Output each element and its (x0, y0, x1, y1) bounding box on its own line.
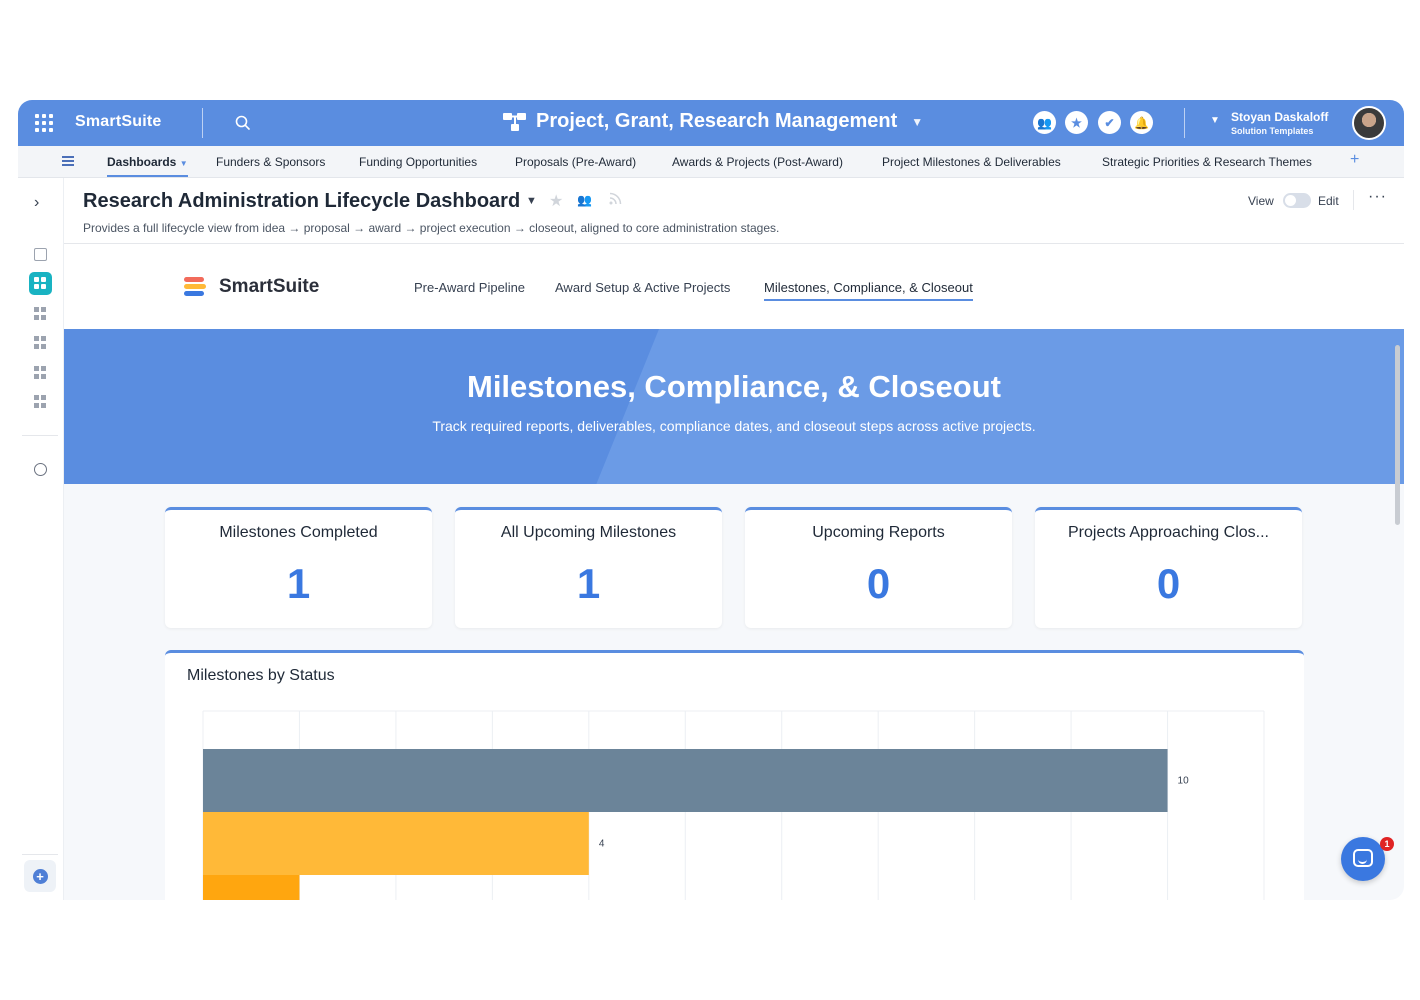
chat-button[interactable] (1341, 837, 1385, 881)
hierarchy-icon (503, 112, 526, 131)
chart-card: Milestones by Status 10 4 (165, 650, 1304, 900)
milestones-by-status-chart: 10 4 (202, 710, 1265, 900)
tab-funders-sponsors[interactable]: Funders & Sponsors (216, 155, 325, 169)
kpi-card[interactable]: Milestones Completed 1 (165, 507, 432, 628)
tab-pre-award-pipeline[interactable]: Pre-Award Pipeline (414, 280, 525, 295)
chevron-down-icon[interactable]: ▼ (526, 195, 537, 207)
document-icon[interactable] (34, 248, 47, 261)
kpi-card[interactable]: All Upcoming Milestones 1 (455, 507, 722, 628)
hero-banner: Milestones, Compliance, & Closeout Track… (64, 329, 1404, 484)
hero-subtitle: Track required reports, deliverables, co… (432, 418, 1036, 434)
tab-milestones-deliverables[interactable]: Project Milestones & Deliverables (882, 155, 1061, 169)
more-options-icon[interactable]: ··· (1368, 188, 1387, 206)
edit-label: Edit (1318, 194, 1339, 208)
table-icon[interactable] (34, 395, 47, 408)
kpi-label: Upcoming Reports (812, 524, 945, 541)
kpi-card[interactable]: Projects Approaching Clos... 0 (1035, 507, 1302, 628)
tab-awards-projects[interactable]: Awards & Projects (Post-Award) (672, 155, 843, 169)
page-description: Provides a full lifecycle view from idea… (83, 221, 780, 235)
solution-nav: Dashboards ▼ Funders & Sponsors Funding … (18, 146, 1404, 178)
scrollbar[interactable] (1395, 345, 1400, 525)
kpi-label: Milestones Completed (219, 524, 378, 541)
brand-name[interactable]: SmartSuite (75, 113, 161, 131)
members-icon[interactable]: 👥 (1033, 111, 1056, 134)
star-icon[interactable]: ★ (549, 191, 563, 211)
notification-badge: 1 (1380, 837, 1394, 851)
app-window: SmartSuite Project, Grant, Research Mana… (18, 100, 1404, 900)
view-label: View (1248, 194, 1274, 208)
view-edit-toggle[interactable] (1283, 193, 1311, 208)
dashboard-content: SmartSuite Pre-Award Pipeline Award Setu… (64, 245, 1404, 900)
add-tab-button[interactable]: + (1350, 151, 1359, 169)
table-icon[interactable] (34, 336, 47, 349)
hero-title: Milestones, Compliance, & Closeout (467, 369, 1001, 404)
chevron-down-icon: ▼ (179, 159, 188, 168)
kpi-label: Projects Approaching Clos... (1068, 524, 1269, 541)
chat-icon (1353, 849, 1373, 867)
divider (202, 108, 203, 138)
search-icon[interactable] (234, 114, 252, 132)
hero-decoration (596, 329, 1404, 484)
chevron-down-icon[interactable]: ▼ (911, 115, 923, 129)
kpi-value: 0 (1156, 560, 1181, 607)
chart-bar[interactable] (203, 812, 589, 875)
divider (1184, 108, 1185, 138)
members-icon[interactable]: 👥 (577, 193, 592, 207)
bell-icon[interactable]: 🔔 (1130, 111, 1153, 134)
tab-dashboards[interactable]: Dashboards ▼ (107, 155, 188, 177)
tab-strategic-priorities[interactable]: Strategic Priorities & Research Themes (1102, 155, 1312, 169)
top-bar: SmartSuite Project, Grant, Research Mana… (18, 100, 1404, 146)
tab-milestones-closeout[interactable]: Milestones, Compliance, & Closeout (764, 280, 973, 301)
workspace-title-text: Project, Grant, Research Management (536, 110, 898, 132)
tab-funding-opportunities[interactable]: Funding Opportunities (359, 155, 477, 169)
plus-icon: + (32, 868, 48, 884)
kpi-label: All Upcoming Milestones (500, 524, 677, 541)
add-button[interactable]: + (24, 860, 56, 892)
page-title[interactable]: Research Administration Lifecycle Dashbo… (83, 190, 520, 213)
divider (22, 435, 58, 436)
chart-bar[interactable] (203, 875, 300, 900)
avatar[interactable] (1352, 106, 1386, 140)
kpi-value: 0 (866, 560, 891, 607)
table-icon[interactable] (34, 307, 47, 320)
dashboard-icon[interactable] (29, 272, 52, 295)
divider (22, 854, 58, 855)
user-circle-icon[interactable] (34, 463, 47, 476)
user-subtitle: Solution Templates (1231, 126, 1314, 136)
rss-icon[interactable] (609, 192, 622, 205)
chart-data-label: 4 (599, 839, 605, 850)
dashboard-brand: SmartSuite (219, 276, 320, 297)
check-icon[interactable]: ✔ (1098, 111, 1121, 134)
kpi-value: 1 (286, 560, 311, 607)
divider (1353, 190, 1354, 210)
kpi-value: 1 (576, 560, 601, 607)
smartsuite-logo-icon (184, 275, 206, 299)
page-header: Research Administration Lifecycle Dashbo… (64, 178, 1404, 244)
tab-award-setup[interactable]: Award Setup & Active Projects (555, 280, 730, 295)
workspace-title[interactable]: Project, Grant, Research Management ▼ (502, 110, 923, 133)
expand-chevron-icon[interactable]: › (34, 194, 39, 212)
dashboard-subnav: SmartSuite Pre-Award Pipeline Award Setu… (64, 245, 1404, 329)
chart-bar[interactable] (203, 749, 1168, 812)
table-icon[interactable] (34, 366, 47, 379)
menu-icon[interactable] (62, 156, 74, 166)
apps-grid-icon[interactable] (35, 114, 53, 132)
star-icon[interactable]: ★ (1065, 111, 1088, 134)
user-menu-chevron-icon[interactable]: ▼ (1210, 115, 1220, 126)
kpi-card[interactable]: Upcoming Reports 0 (745, 507, 1012, 628)
chart-data-label: 10 (1178, 776, 1190, 787)
left-rail: › + (18, 178, 64, 900)
tab-proposals[interactable]: Proposals (Pre-Award) (515, 155, 636, 169)
user-name[interactable]: Stoyan Daskaloff (1231, 110, 1328, 124)
